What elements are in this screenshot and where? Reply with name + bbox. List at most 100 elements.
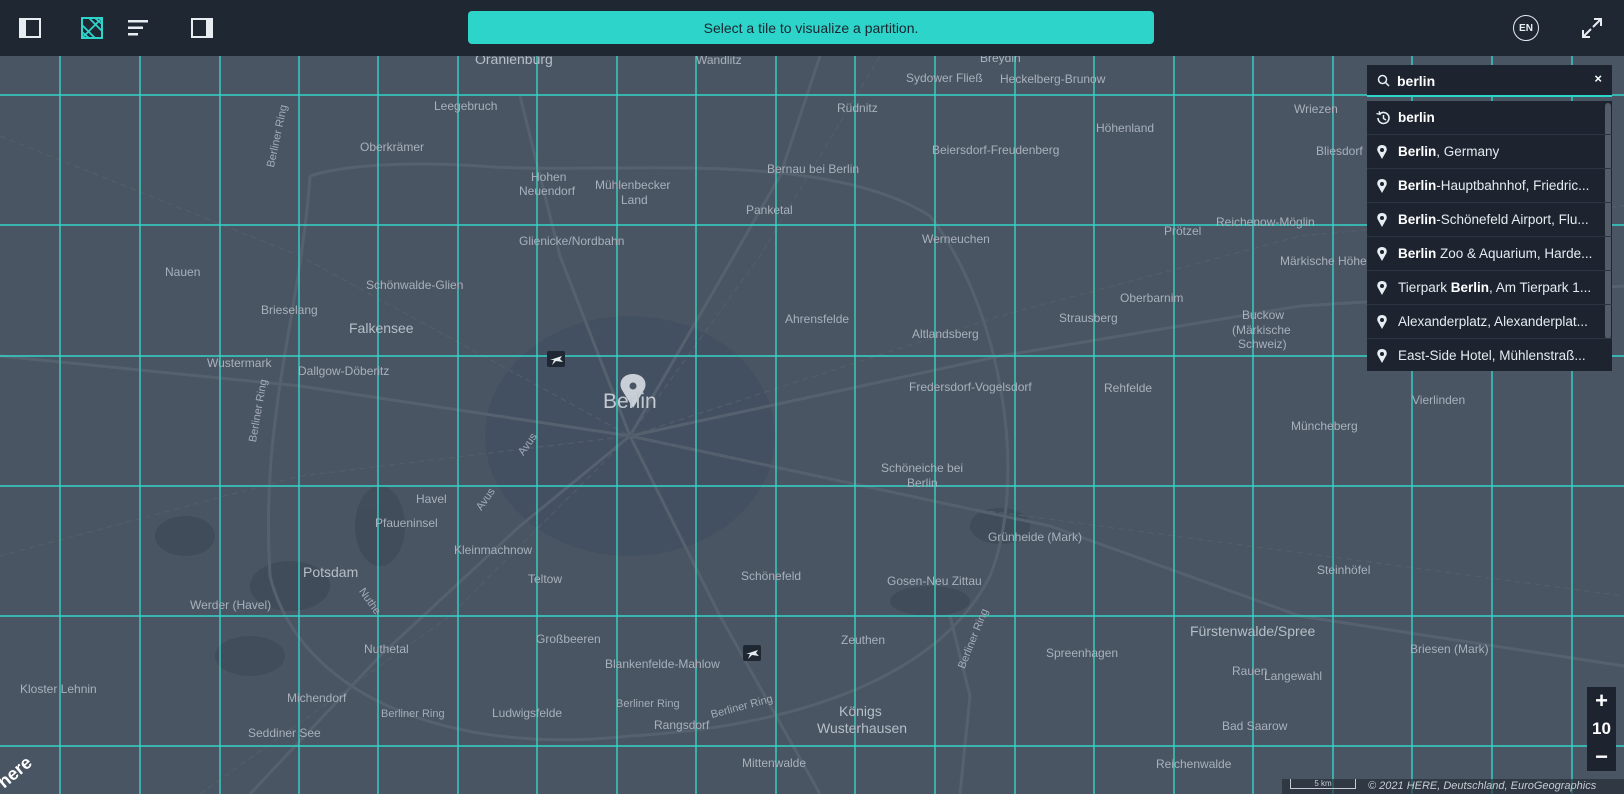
language-button[interactable]: EN xyxy=(1513,15,1539,41)
zoom-control: + 10 − xyxy=(1587,687,1616,771)
map-place-label: (Märkische xyxy=(1232,323,1291,337)
search-result-text: Berlin, Germany xyxy=(1398,144,1499,159)
map-place-label: Oberbarnim xyxy=(1120,291,1184,305)
map-place-label: Müncheberg xyxy=(1291,419,1358,433)
search-result-text: Berlin Zoo & Aquarium, Harde... xyxy=(1398,246,1592,261)
map-place-label: Großbeeren xyxy=(536,632,601,646)
search-result-text: Berlin-Schönefeld Airport, Flu... xyxy=(1398,212,1589,227)
search-results-list: berlin Berlin, Germany Berlin-Hauptbahnhof… xyxy=(1367,101,1612,371)
map-place-label: Oranienburg xyxy=(475,56,553,67)
map-place-label: Bad Saarow xyxy=(1222,719,1288,733)
map-road-label: Berliner Ring xyxy=(616,698,680,710)
zoom-in-button[interactable]: + xyxy=(1587,687,1616,715)
zoom-out-button[interactable]: − xyxy=(1587,743,1616,771)
search-result-item[interactable]: Berlin, Germany xyxy=(1367,135,1612,169)
map-place-label: Langewahl xyxy=(1264,669,1323,683)
result-rest: , Am Tierpark 1... xyxy=(1489,280,1592,295)
map-place-label: Neuendorf xyxy=(519,184,576,198)
top-toolbar: Select a tile to visualize a partition. … xyxy=(0,0,1624,56)
map-place-label: Briesen (Mark) xyxy=(1410,642,1489,656)
place-pin-icon xyxy=(1375,144,1389,163)
result-rest: , Germany xyxy=(1436,144,1500,159)
search-result-item[interactable]: berlin xyxy=(1367,101,1612,135)
map-place-label: Seddiner See xyxy=(248,726,321,740)
search-result-item[interactable]: Tierpark Berlin, Am Tierpark 1... xyxy=(1367,271,1612,305)
map-place-label: Wusterhausen xyxy=(817,720,908,736)
map-place-label: Brieselang xyxy=(261,303,318,317)
map-place-label: Kloster Lehnin xyxy=(20,682,97,696)
place-pin-icon xyxy=(1375,212,1389,231)
sidebar-left-icon[interactable] xyxy=(14,12,46,44)
map-place-label: Strausberg xyxy=(1059,311,1118,325)
zoom-level: 10 xyxy=(1592,719,1611,738)
map-city-label: Berlin xyxy=(603,390,657,413)
map-place-label: Teltow xyxy=(528,572,563,586)
result-match: Berlin xyxy=(1398,212,1437,227)
result-rest: -Hauptbahnhof, Friedric... xyxy=(1436,178,1590,193)
map-place-label: Hohen xyxy=(531,170,567,184)
map-place-label: Mühlenbecker xyxy=(595,178,671,192)
map-place-label: Werneuchen xyxy=(922,232,990,246)
result-rest: Alexanderplatz, Alexanderplat... xyxy=(1398,314,1588,329)
map-place-label: Potsdam xyxy=(303,564,359,580)
result-match: berlin xyxy=(1398,110,1435,125)
place-pin-icon xyxy=(1375,348,1389,367)
map-place-label: Wandlitz xyxy=(696,56,742,67)
history-icon xyxy=(1375,110,1391,129)
map-place-label: Höhenland xyxy=(1096,121,1155,135)
map-place-label: Heckelberg-Brunow xyxy=(1000,72,1106,86)
result-prefix: Tierpark xyxy=(1398,280,1451,295)
search-box: × xyxy=(1367,65,1612,97)
expand-icon[interactable] xyxy=(1576,12,1608,44)
result-rest: -Schönefeld Airport, Flu... xyxy=(1436,212,1589,227)
map-place-label: Steinhöfel xyxy=(1317,563,1371,577)
place-pin-icon xyxy=(1375,178,1389,197)
search-result-item[interactable]: Berlin Zoo & Aquarium, Harde... xyxy=(1367,237,1612,271)
map-place-label: Pfaueninsel xyxy=(375,516,438,530)
map-place-label: Märkische Höhe xyxy=(1280,254,1367,268)
map-place-label: Havel xyxy=(416,492,447,506)
map-place-label: Dallgow-Döberitz xyxy=(298,364,390,378)
map-place-label: Blankenfelde-Mahlow xyxy=(605,657,720,671)
map-place-label: Schönwalde-Glien xyxy=(366,278,464,292)
search-result-item[interactable]: East-Side Hotel, Mühlenstraß... xyxy=(1367,339,1612,371)
map-place-label: Vierlinden xyxy=(1412,393,1466,407)
search-result-item[interactable]: Alexanderplatz, Alexanderplat... xyxy=(1367,305,1612,339)
result-match: Berlin xyxy=(1398,246,1437,261)
search-result-text: Alexanderplatz, Alexanderplat... xyxy=(1398,314,1588,329)
search-result-item[interactable]: Berlin-Hauptbahnhof, Friedric... xyxy=(1367,169,1612,203)
map-place-label: Panketal xyxy=(746,203,793,217)
map-road-label: Berliner Ring xyxy=(381,708,445,720)
search-result-text: Berlin-Hauptbahnhof, Friedric... xyxy=(1398,178,1589,193)
scale-bar: 5 km xyxy=(1290,779,1356,789)
clear-search-button[interactable]: × xyxy=(1594,71,1602,86)
map-place-label: Michendorf xyxy=(287,691,347,705)
map-place-label: Oberkrämer xyxy=(360,140,425,154)
result-match: Berlin xyxy=(1450,280,1490,295)
map-place-label: Nuthetal xyxy=(364,642,409,656)
search-result-text: East-Side Hotel, Mühlenstraß... xyxy=(1398,348,1586,363)
map-place-label: Rauen xyxy=(1232,664,1268,678)
map-place-label: Zeuthen xyxy=(841,633,886,647)
map-place-label: Sydower Fließ xyxy=(906,71,983,85)
list-lines-icon[interactable] xyxy=(122,12,154,44)
app-window: Select a tile to visualize a partition. … xyxy=(0,0,1624,794)
search-input[interactable] xyxy=(1397,70,1577,92)
map-place-label: Rehfelde xyxy=(1104,381,1153,395)
tile-grid-icon[interactable] xyxy=(76,12,108,44)
map-place-label: Mittenwalde xyxy=(742,756,807,770)
map-place-label: Ahrensfelde xyxy=(785,312,850,326)
map-place-label: Gosen-Neu Zittau xyxy=(887,574,982,588)
map-place-label: Spreenhagen xyxy=(1046,646,1119,660)
status-banner: Select a tile to visualize a partition. xyxy=(468,11,1154,44)
map-footer: 5 km © 2021 HERE, Deutschland, EuroGeogr… xyxy=(1282,779,1624,794)
map-place-label: Ludwigsfelde xyxy=(492,706,563,720)
search-result-item[interactable]: Berlin-Schönefeld Airport, Flu... xyxy=(1367,203,1612,237)
map-place-label: Wustermark xyxy=(207,356,272,370)
result-match: Berlin xyxy=(1398,144,1437,159)
map-place-label: Schweiz) xyxy=(1238,337,1287,351)
map-place-label: Rangsdorf xyxy=(654,718,710,732)
map-place-label: Kleinmachnow xyxy=(454,543,533,557)
map-place-label: Leegebruch xyxy=(434,99,498,113)
sidebar-right-icon[interactable] xyxy=(186,12,218,44)
